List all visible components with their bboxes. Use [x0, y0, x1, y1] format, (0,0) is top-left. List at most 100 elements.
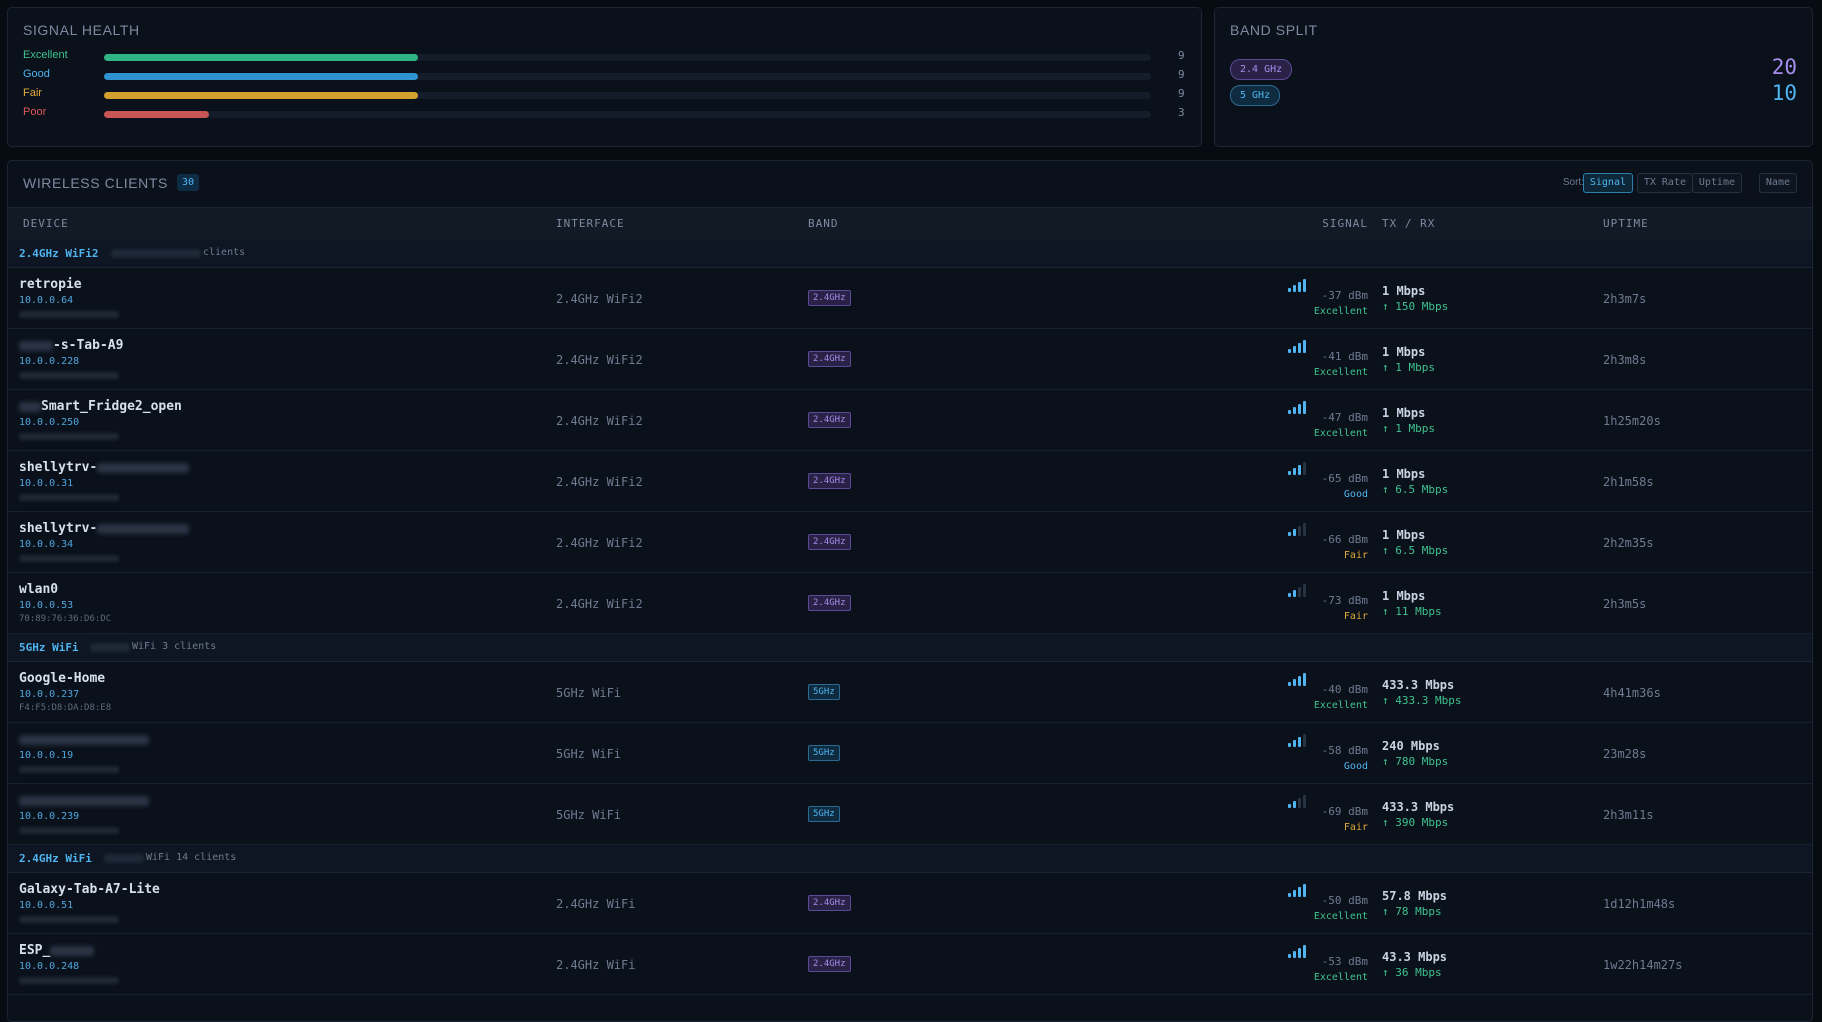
rx-rate: ↑ 150 Mbps: [1382, 300, 1449, 313]
clients-title: WIRELESS CLIENTS: [23, 175, 168, 191]
tx-rate: 1 Mbps: [1382, 589, 1426, 603]
sort-controls: Sort: Signal TX Rate Uptime Name: [1537, 173, 1797, 193]
signal-dbm: -73 dBm: [1321, 594, 1368, 607]
device-name: [19, 793, 149, 808]
rx-rate: ↑ 6.5 Mbps: [1382, 544, 1449, 557]
signal-bars-icon: [1288, 734, 1308, 747]
interface-cell: 2.4GHz WiFi: [556, 897, 636, 911]
sort-signal-button[interactable]: Signal: [1582, 173, 1633, 193]
device-name: Smart_Fridge2_open: [19, 399, 182, 414]
table-row[interactable]: ESP_ 10.0.0.248 2.4GHz WiFi 2.4GHz -53 dBm Ex…: [8, 934, 1812, 995]
signal-bar: [1288, 471, 1291, 475]
signal-dbm: -65 dBm: [1321, 472, 1368, 485]
rx-rate: ↑ 11 Mbps: [1382, 605, 1442, 618]
signal-quality: Fair: [1343, 550, 1368, 561]
header-signal[interactable]: SIGNAL: [1322, 217, 1368, 230]
signal-bar: [1298, 343, 1301, 353]
sort-uptime-button[interactable]: Uptime: [1691, 173, 1742, 193]
health-row-poor: Poor 3: [23, 104, 1193, 124]
signal-bar: [1293, 679, 1296, 686]
signal-bar: [1298, 948, 1301, 958]
signal-bar: [1298, 798, 1301, 808]
sort-tx-rate-button[interactable]: TX Rate: [1636, 173, 1693, 193]
signal-bar: [1293, 740, 1296, 747]
signal-quality: Excellent: [1313, 367, 1368, 378]
device-mac-redacted: [19, 766, 119, 773]
table-row[interactable]: shellytrv- 10.0.0.31 2.4GHz WiFi2 2.4GHz -65…: [8, 451, 1812, 512]
signal-bar: [1303, 884, 1306, 897]
device-name: shellytrv-: [19, 521, 190, 536]
table-row[interactable]: Galaxy-Tab-A7-Lite 10.0.0.51 2.4GHz WiFi 2.…: [8, 873, 1812, 934]
signal-bar: [1303, 734, 1306, 747]
tx-rate: 433.3 Mbps: [1382, 800, 1455, 814]
interface-cell: 2.4GHz WiFi2: [556, 597, 643, 611]
group-redacted: [90, 643, 130, 652]
device-mac-redacted: [19, 916, 119, 923]
header-uptime[interactable]: UPTIME: [1603, 217, 1649, 230]
signal-dbm: -47 dBm: [1321, 411, 1368, 424]
client-rows: 2.4GHz WiFi2 clients retropie 10.0.0.64 2.4G…: [8, 240, 1812, 995]
redacted-text: [97, 462, 190, 473]
group-header[interactable]: 2.4GHz WiFi2 clients: [8, 240, 1812, 268]
device-mac-redacted: [19, 311, 119, 318]
signal-bar: [1303, 584, 1306, 597]
redacted-text: [19, 340, 53, 351]
rx-rate: ↑ 36 Mbps: [1382, 966, 1442, 979]
device-name: shellytrv-: [19, 460, 190, 475]
band-badge: 2.4GHz: [808, 595, 851, 611]
device-name-text: shellytrv-: [19, 521, 98, 536]
signal-bar: [1303, 673, 1306, 686]
group-redacted: [104, 854, 144, 863]
header-band[interactable]: BAND: [808, 217, 839, 230]
interface-cell: 5GHz WiFi: [556, 686, 622, 700]
header-interface[interactable]: INTERFACE: [556, 217, 625, 230]
signal-bar: [1303, 795, 1306, 808]
tx-rate: 1 Mbps: [1382, 467, 1426, 481]
table-row[interactable]: wlan0 10.0.0.53 70:89:76:36:D6:DC 2.4GHz Wi…: [8, 573, 1812, 634]
redacted-text: [19, 795, 149, 806]
signal-bar: [1293, 590, 1296, 597]
table-row[interactable]: shellytrv- 10.0.0.34 2.4GHz WiFi2 2.4GHz -66…: [8, 512, 1812, 573]
sort-name-button[interactable]: Name: [1758, 173, 1797, 193]
device-name-text: wlan0: [19, 582, 59, 597]
uptime-cell: 2h1m58s: [1603, 475, 1654, 489]
signal-bar: [1298, 587, 1301, 597]
device-mac-redacted: [19, 372, 119, 379]
table-row[interactable]: -s-Tab-A9 10.0.0.228 2.4GHz WiFi2 2.4GHz -41…: [8, 329, 1812, 390]
group-header[interactable]: 5GHz WiFi WiFi 3 clients: [8, 634, 1812, 662]
table-row[interactable]: retropie 10.0.0.64 2.4GHz WiFi2 2.4GHz -37 d…: [8, 268, 1812, 329]
signal-bar: [1293, 529, 1296, 536]
interface-cell: 2.4GHz WiFi2: [556, 414, 643, 428]
group-client-count: WiFi 14 clients: [146, 852, 237, 863]
tx-rate: 433.3 Mbps: [1382, 678, 1455, 692]
signal-bar: [1298, 465, 1301, 475]
table-row[interactable]: 10.0.0.239 5GHz WiFi 5GHz -69 dBm Fair 433.3 …: [8, 784, 1812, 845]
band-value-0: 20: [1771, 55, 1797, 79]
signal-dbm: -69 dBm: [1321, 805, 1368, 818]
uptime-cell: 1d12h1m48s: [1603, 897, 1676, 911]
uptime-cell: 1h25m20s: [1603, 414, 1661, 428]
signal-bar: [1298, 404, 1301, 414]
uptime-cell: 2h3m7s: [1603, 292, 1647, 306]
header-device[interactable]: DEVICE: [23, 217, 69, 230]
group-redacted: [111, 249, 201, 258]
header-tx-rx[interactable]: TX / RX: [1382, 217, 1435, 230]
group-name: 2.4GHz WiFi: [19, 852, 92, 865]
signal-bars-icon: [1288, 401, 1308, 414]
device-mac: F4:F5:D8:DA:D8:E8: [19, 703, 112, 713]
uptime-cell: 4h41m36s: [1603, 686, 1661, 700]
signal-bar: [1293, 346, 1296, 353]
health-count: 9: [1178, 49, 1185, 62]
signal-bar: [1303, 340, 1306, 353]
device-ip: 10.0.0.53: [19, 600, 74, 611]
signal-bar: [1288, 743, 1291, 747]
group-header[interactable]: 2.4GHz WiFi WiFi 14 clients: [8, 845, 1812, 873]
group-name: 2.4GHz WiFi2: [19, 247, 99, 260]
uptime-cell: 2h2m35s: [1603, 536, 1654, 550]
device-name: retropie: [19, 277, 82, 292]
table-row[interactable]: Google-Home 10.0.0.237 F4:F5:D8:DA:D8:E8 5G…: [8, 662, 1812, 723]
table-row[interactable]: Smart_Fridge2_open 10.0.0.250 2.4GHz WiFi2…: [8, 390, 1812, 451]
group-client-count: WiFi 3 clients: [132, 641, 217, 652]
table-row[interactable]: 10.0.0.19 5GHz WiFi 5GHz -58 dBm Good 240 Mbp…: [8, 723, 1812, 784]
signal-quality: Excellent: [1313, 700, 1368, 711]
